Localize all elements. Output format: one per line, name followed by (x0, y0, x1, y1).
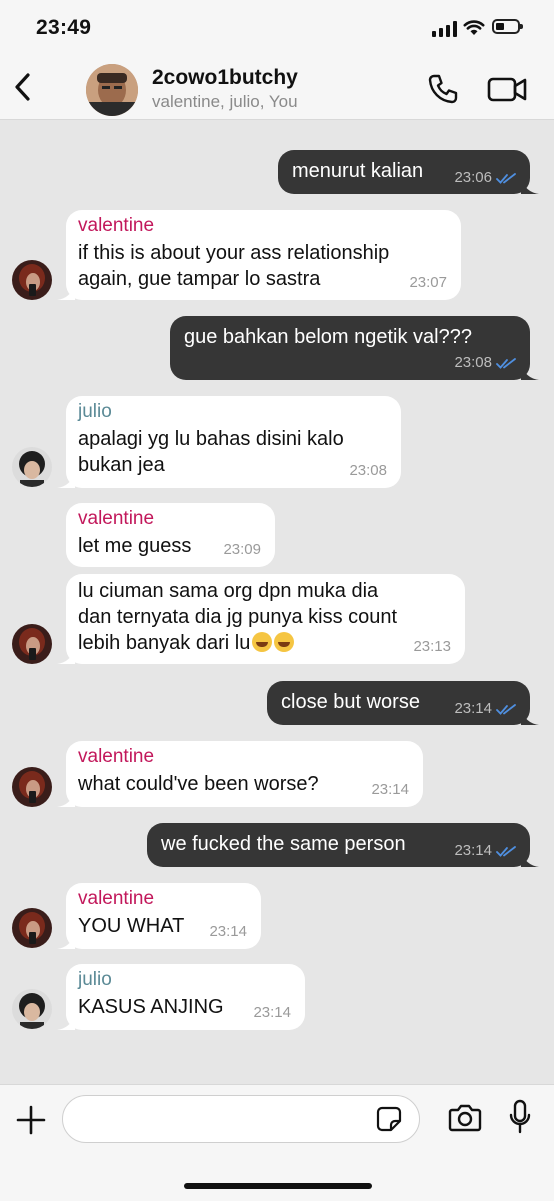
chat-members: valentine, julio, You (152, 92, 298, 111)
message-outgoing[interactable]: menurut kalian 23:06 (278, 150, 539, 194)
bubble-tail (57, 284, 75, 300)
double-check-icon (496, 845, 516, 857)
bubble-tail (57, 648, 75, 664)
video-icon[interactable] (486, 72, 528, 106)
message-time: 23:14 (253, 1004, 291, 1021)
battery-icon (492, 19, 523, 34)
sender-name: valentine (78, 888, 155, 909)
bubble-tail (57, 1014, 75, 1030)
avatar-julio[interactable] (12, 447, 52, 487)
message-meta: 23:08 (454, 355, 516, 371)
message-meta: 23:14 (209, 924, 247, 940)
chat-title[interactable]: 2cowo1butchy (152, 66, 298, 90)
bubble-tail (521, 851, 539, 867)
plus-icon[interactable] (14, 1103, 48, 1137)
message-meta: 23:14 (454, 701, 516, 717)
message-text: gue bahkan belom ngetik val??? (184, 326, 472, 348)
message-time: 23:08 (349, 462, 387, 479)
avatar-valentine[interactable] (12, 624, 52, 664)
message-input[interactable] (62, 1095, 420, 1143)
message-time: 23:08 (454, 354, 492, 371)
message-list[interactable]: menurut kalian 23:06 valentine if this i… (0, 120, 554, 1084)
status-bar: 23:49 (0, 0, 554, 58)
back-icon[interactable] (10, 70, 38, 104)
wifi-icon (463, 20, 485, 35)
sender-name: julio (78, 969, 112, 990)
message-meta: 23:14 (371, 782, 409, 798)
chat-header: 2cowo1butchy valentine, julio, You (0, 58, 554, 120)
message-text: apalagi yg lu bahas disini kalo bukan je… (78, 428, 344, 476)
avatar-valentine[interactable] (12, 908, 52, 948)
message-meta: 23:09 (223, 542, 261, 558)
avatar-valentine[interactable] (12, 767, 52, 807)
bubble-tail (57, 933, 75, 949)
bubble-tail (521, 178, 539, 194)
message-text: if this is about your ass relationship a… (78, 242, 390, 290)
message-time: 23:14 (371, 781, 409, 798)
message-incoming[interactable]: valentine if this is about your ass rela… (57, 210, 461, 300)
message-incoming[interactable]: julio apalagi yg lu bahas disini kalo bu… (57, 396, 401, 488)
message-incoming[interactable]: lu ciuman sama org dpn muka dia dan tern… (57, 574, 465, 664)
message-text-wrap: lu ciuman sama org dpn muka dia dan tern… (78, 578, 453, 656)
double-check-icon (496, 357, 516, 369)
sticker-icon[interactable] (376, 1106, 402, 1132)
mic-icon[interactable] (508, 1099, 532, 1135)
signal-icon (432, 21, 458, 37)
camera-icon[interactable] (448, 1102, 482, 1134)
sender-name: julio (78, 401, 112, 422)
bubble-tail (521, 709, 539, 725)
message-time: 23:07 (409, 274, 447, 291)
bubble-tail (57, 472, 75, 488)
message-text: lu ciuman sama org dpn muka dia dan tern… (78, 580, 398, 654)
message-meta: 23:14 (454, 843, 516, 859)
sender-name: valentine (78, 746, 155, 767)
sender-name: valentine (78, 508, 155, 529)
phone-icon[interactable] (426, 72, 460, 106)
double-check-icon (496, 172, 516, 184)
avatar-valentine[interactable] (12, 260, 52, 300)
message-time: 23:13 (413, 638, 451, 655)
message-time: 23:14 (454, 700, 492, 717)
message-text: what could've been worse? (78, 773, 319, 795)
message-time: 23:14 (209, 923, 247, 940)
home-indicator (184, 1183, 372, 1189)
message-incoming[interactable]: valentine YOU WHAT 23:14 (57, 883, 261, 949)
status-time: 23:49 (36, 16, 92, 39)
bubble-tail (521, 364, 539, 380)
message-outgoing[interactable]: we fucked the same person 23:14 (147, 823, 539, 867)
message-time: 23:06 (454, 169, 492, 186)
message-incoming[interactable]: valentine let me guess 23:09 (66, 503, 275, 567)
message-outgoing[interactable]: gue bahkan belom ngetik val??? 23:08 (170, 316, 539, 380)
message-meta: 23:14 (253, 1005, 291, 1021)
message-meta: 23:07 (409, 275, 447, 291)
laughing-emoji-icon (250, 632, 295, 654)
message-incoming[interactable]: julio KASUS ANJING 23:14 (57, 964, 305, 1030)
message-meta: 23:06 (454, 170, 516, 186)
message-time: 23:14 (454, 842, 492, 859)
message-outgoing[interactable]: close but worse 23:14 (267, 681, 539, 725)
bubble-tail (57, 791, 75, 807)
group-avatar[interactable] (86, 64, 138, 116)
message-meta: 23:13 (413, 639, 451, 655)
sender-name: valentine (78, 215, 155, 236)
avatar-julio[interactable] (12, 989, 52, 1029)
message-incoming[interactable]: valentine what could've been worse? 23:1… (57, 741, 423, 807)
double-check-icon (496, 703, 516, 715)
composer-bar (0, 1084, 554, 1201)
message-time: 23:09 (223, 541, 261, 558)
message-meta: 23:08 (349, 463, 387, 479)
